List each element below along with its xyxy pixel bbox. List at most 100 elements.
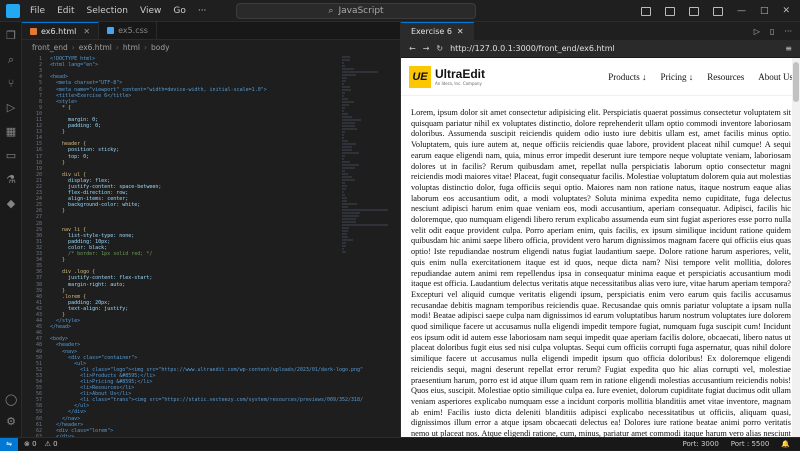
line-number: 39: [35, 287, 42, 294]
nav-products[interactable]: Products ↓: [608, 72, 646, 82]
error-count: 0: [32, 440, 37, 448]
account-icon[interactable]: ◯: [5, 394, 17, 406]
code-text: <li>Pricing &#8595;</li>: [50, 379, 153, 386]
line-number: 43: [35, 311, 42, 318]
back-arrow-icon[interactable]: ←: [409, 44, 416, 53]
minimap-line: [342, 188, 346, 190]
code-text: }: [50, 129, 66, 136]
port-5500-status[interactable]: Port : 5500: [731, 440, 770, 448]
settings-gear-icon[interactable]: ⚙: [5, 416, 17, 428]
minimap-line: [342, 242, 346, 244]
warning-count: 0: [53, 440, 58, 448]
line-number: 9: [38, 104, 42, 111]
code-text: justify-content: space-between;: [50, 184, 162, 191]
menu-edit[interactable]: Edit: [57, 6, 74, 16]
customize-layout-icon[interactable]: [712, 6, 723, 16]
remote-explorer-icon[interactable]: ▭: [5, 150, 17, 162]
code-text: <div class="lorem">: [50, 427, 114, 434]
toggle-secondary-sidebar-icon[interactable]: [688, 6, 699, 16]
minimap-line: [342, 239, 353, 241]
minimap-line: [342, 92, 345, 94]
tab-label: ex6.html: [41, 26, 77, 36]
minimize-icon[interactable]: —: [737, 6, 746, 16]
preview-tab[interactable]: Exercise 6 ✕: [401, 22, 474, 40]
menu-file[interactable]: File: [30, 6, 45, 16]
code-text: <ul>: [50, 360, 87, 367]
maximize-icon[interactable]: □: [760, 6, 769, 16]
breadcrumb-item[interactable]: ex6.html: [79, 43, 112, 52]
command-center-search[interactable]: ⌕ JavaScript: [236, 3, 476, 19]
page-header: UE UltraEdit An Idera, Inc. Company Prod…: [401, 58, 800, 96]
more-actions-icon[interactable]: ···: [784, 27, 792, 36]
line-number: 52: [35, 366, 42, 373]
menu-go[interactable]: Go: [173, 6, 185, 16]
url-input[interactable]: http://127.0.0.1:3000/front_end/ex6.html: [450, 44, 615, 53]
scrollbar-thumb[interactable]: [793, 62, 799, 102]
tab-ex5-css[interactable]: ex5.css: [99, 22, 157, 39]
line-number: 13: [35, 129, 42, 136]
line-number: 15: [35, 141, 42, 148]
preview-scrollbar[interactable]: [792, 58, 800, 437]
docker-icon[interactable]: ◆: [5, 198, 17, 210]
breadcrumb-item[interactable]: html: [123, 43, 140, 52]
line-number: 41: [35, 299, 42, 306]
remote-indicator-icon[interactable]: ⇋: [0, 437, 18, 451]
hamburger-menu-icon[interactable]: ≡: [785, 44, 800, 53]
minimap-line: [342, 65, 345, 67]
toggle-sidebar-icon[interactable]: [640, 6, 651, 16]
testing-icon[interactable]: ⚗: [5, 174, 17, 186]
minimap-line: [342, 59, 350, 61]
line-number: 28: [35, 220, 42, 227]
search-icon[interactable]: ⌕: [5, 54, 17, 66]
split-editor-icon[interactable]: ▯: [770, 27, 774, 36]
breadcrumb-item[interactable]: body: [151, 43, 170, 52]
code-text: }: [50, 311, 66, 318]
minimap-line: [342, 161, 350, 163]
errors-indicator[interactable]: ⊗ 0: [24, 440, 37, 448]
code-text: </ul>: [50, 403, 90, 410]
run-icon[interactable]: ▷: [754, 27, 760, 36]
warnings-indicator[interactable]: ⚠ 0: [45, 440, 58, 448]
minimap-line: [342, 170, 345, 172]
line-number: 38: [35, 281, 42, 288]
code-text: .lorem {: [50, 293, 87, 300]
minimap-line: [342, 155, 345, 157]
menu-more[interactable]: ···: [198, 6, 207, 16]
run-debug-icon[interactable]: ▷: [5, 102, 17, 114]
code-text: background-color: white;: [50, 202, 141, 209]
code-text: justify-content: flex-start;: [50, 275, 153, 282]
minimap-line: [342, 251, 346, 253]
menu-selection[interactable]: Selection: [87, 6, 128, 16]
code-text: div .logo {: [50, 269, 96, 276]
explorer-icon[interactable]: ❐: [5, 30, 17, 42]
code-text: <head>: [50, 74, 69, 81]
line-number: 33: [35, 251, 42, 258]
ue-logo-mark: UE: [409, 65, 431, 88]
chevron-right-icon: ›: [71, 42, 75, 52]
minimap-line: [342, 221, 356, 223]
close-window-icon[interactable]: ✕: [782, 6, 790, 16]
close-tab-icon[interactable]: ✕: [457, 27, 464, 36]
ultraedit-logo[interactable]: UE UltraEdit An Idera, Inc. Company: [409, 65, 485, 88]
breadcrumb-item[interactable]: front_end: [32, 43, 68, 52]
minimap[interactable]: [342, 56, 390, 437]
close-tab-icon[interactable]: ✕: [83, 27, 90, 36]
minimap-line: [342, 176, 352, 178]
nav-pricing[interactable]: Pricing ↓: [660, 72, 693, 82]
extensions-icon[interactable]: ▦: [5, 126, 17, 138]
toggle-panel-icon[interactable]: [664, 6, 675, 16]
editor-tabs: ex6.html ✕ ex5.css: [22, 22, 400, 40]
port-3000-status[interactable]: Port: 3000: [683, 440, 719, 448]
line-number: 48: [35, 342, 42, 349]
nav-resources[interactable]: Resources: [707, 72, 744, 82]
notifications-bell-icon[interactable]: 🔔: [781, 440, 790, 448]
nav-about-us[interactable]: About Us: [758, 72, 793, 82]
tab-ex6-html[interactable]: ex6.html ✕: [22, 22, 100, 39]
line-number: 62: [35, 427, 42, 434]
forward-arrow-icon[interactable]: →: [423, 44, 430, 53]
source-control-icon[interactable]: ⑂: [5, 78, 17, 90]
line-number: 42: [35, 305, 42, 312]
reload-icon[interactable]: ↻: [436, 44, 443, 53]
menu-view[interactable]: View: [140, 6, 161, 16]
chevron-right-icon: ›: [115, 42, 119, 52]
